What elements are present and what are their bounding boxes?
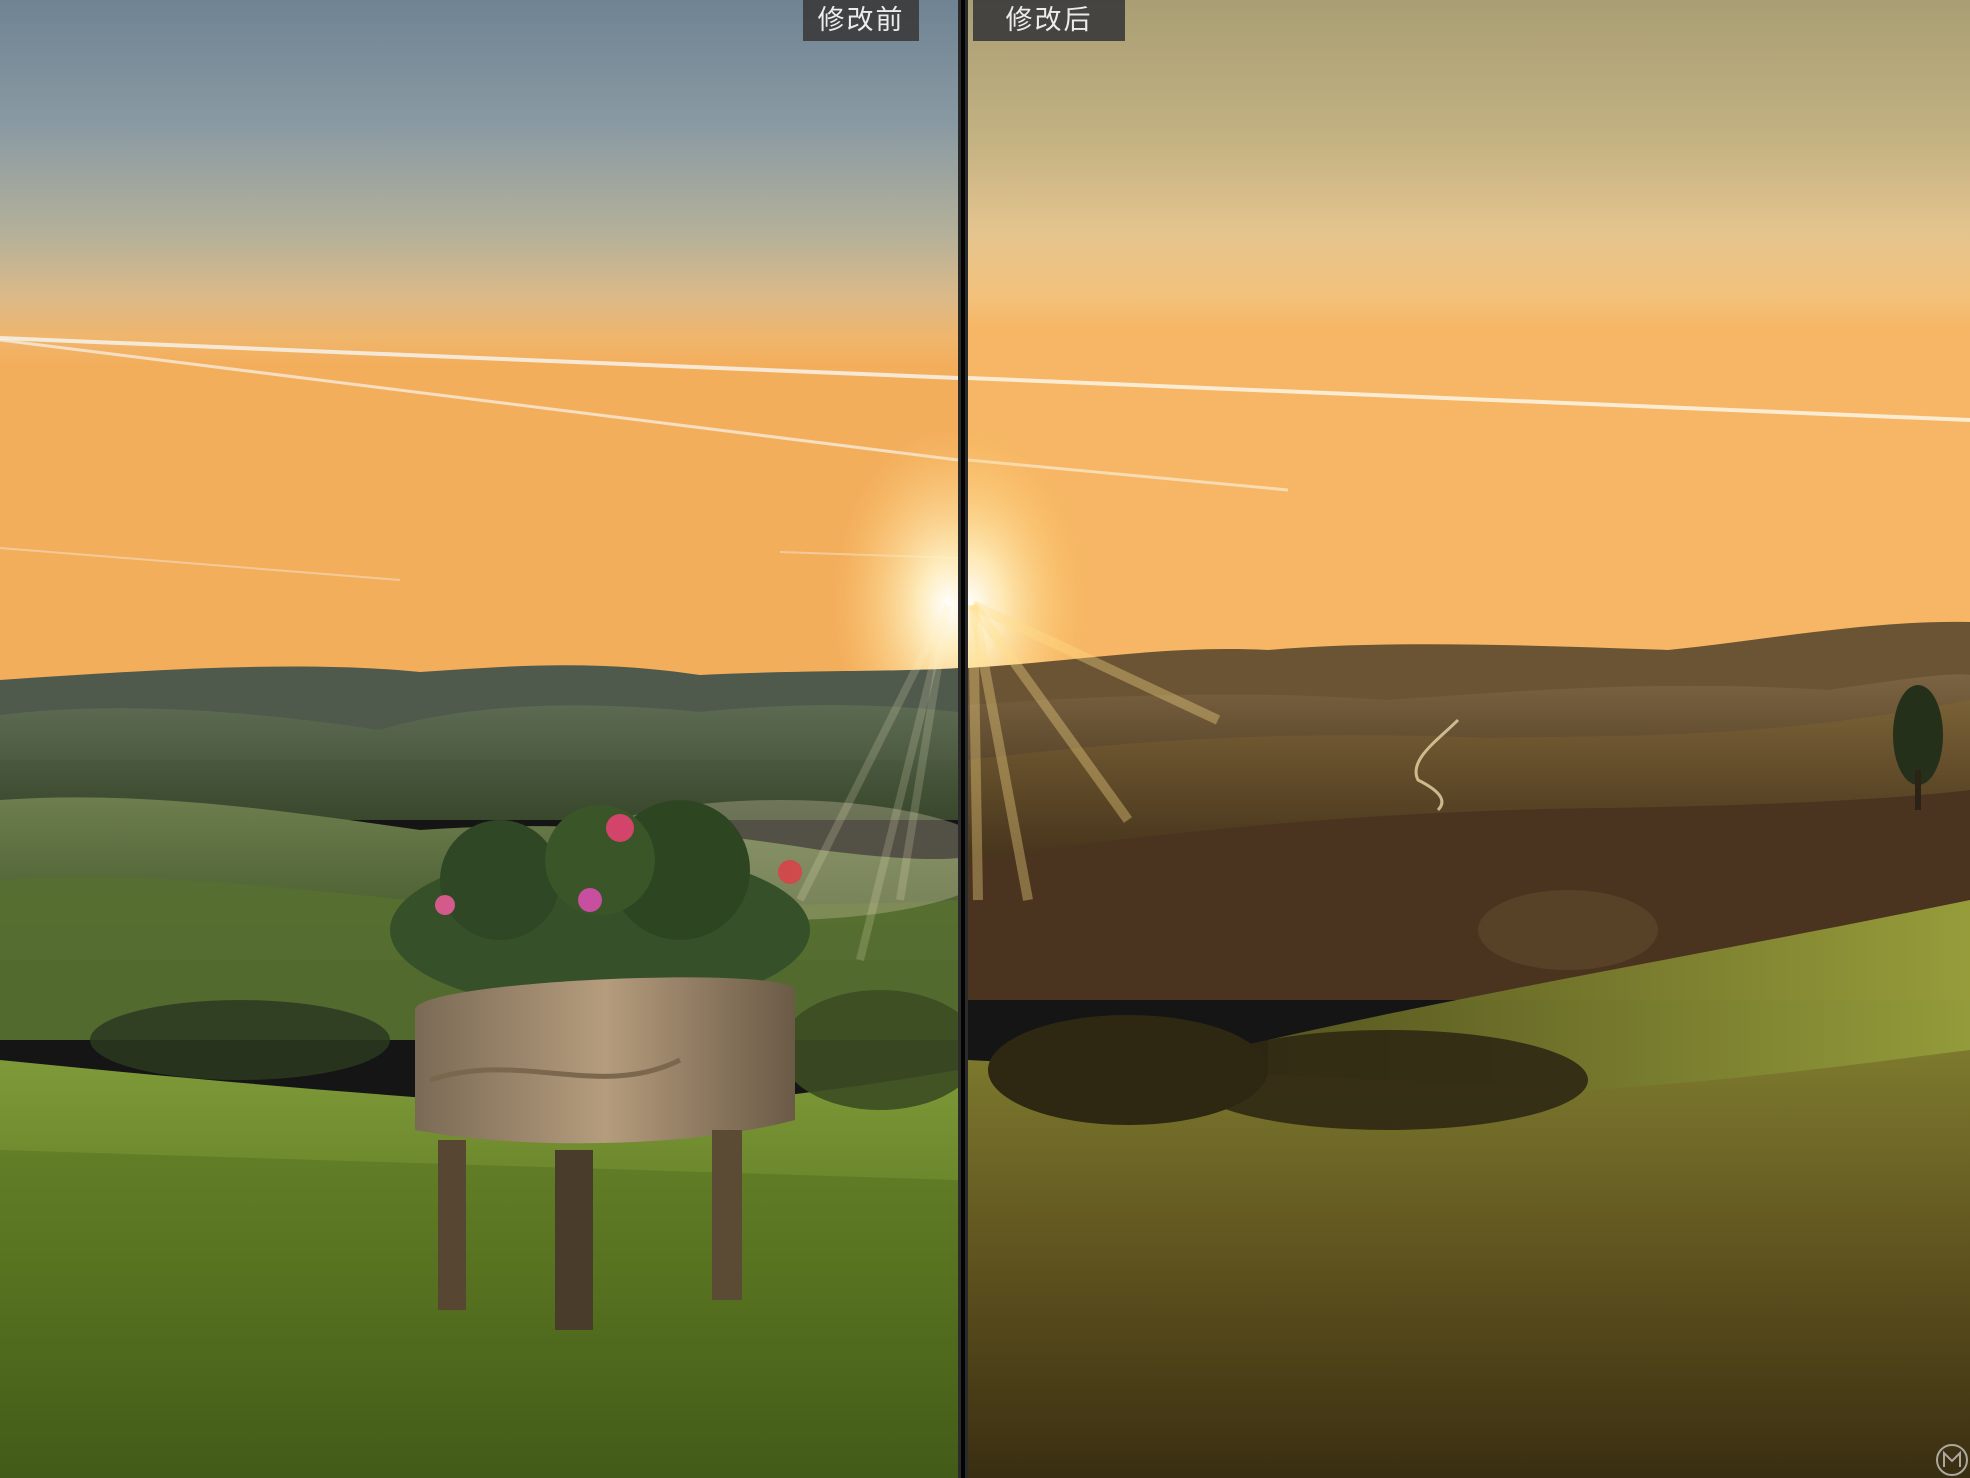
after-photo: [968, 0, 1970, 1478]
before-photo: [0, 0, 958, 1478]
before-image-pane: [0, 0, 958, 1478]
after-label: 修改后: [973, 0, 1125, 41]
before-after-compare-view: 修改前 修改后: [0, 0, 1970, 1478]
before-label: 修改前: [803, 0, 919, 41]
watermark-logo-icon: [1934, 1442, 1970, 1478]
compare-divider[interactable]: [958, 0, 968, 1478]
after-image-pane: [968, 0, 1970, 1478]
